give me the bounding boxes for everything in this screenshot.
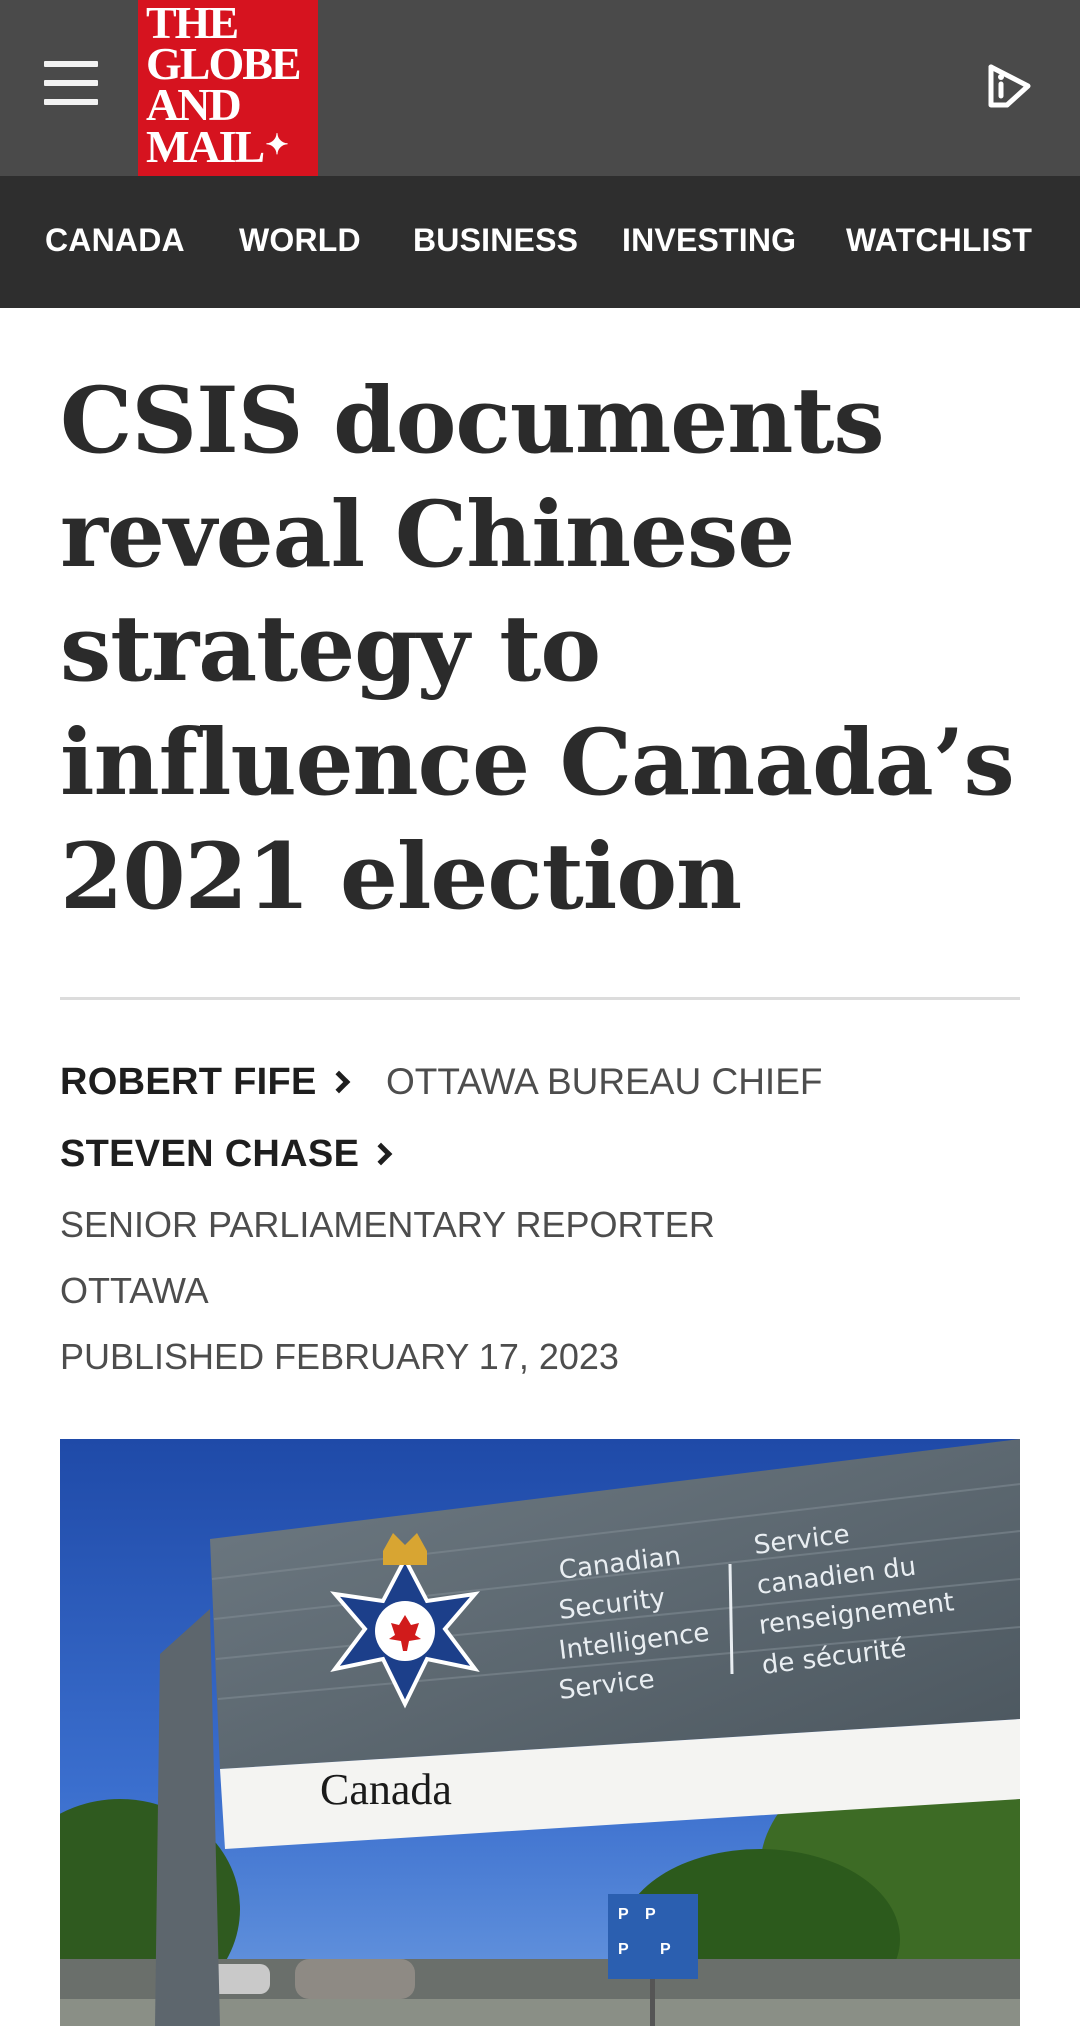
article-photo[interactable]: P P P P Canada Canadian Security Intelli… — [60, 1439, 1020, 2026]
author-link-robert-fife[interactable]: ROBERT FIFE — [60, 1061, 350, 1104]
publish-date: PUBLISHED FEBRUARY 17, 2023 — [60, 1336, 619, 1377]
globe-and-mail-logo[interactable]: THE GLOBE AND MAIL✦ — [138, 0, 318, 176]
nav-item-world[interactable]: WORLD — [239, 222, 361, 259]
svg-text:P: P — [660, 1941, 671, 1958]
nav-item-investing[interactable]: INVESTING — [622, 222, 796, 259]
svg-text:P: P — [645, 1906, 656, 1923]
headline-divider — [60, 997, 1020, 1000]
logo-line-3: AND — [146, 79, 242, 130]
nav-item-business[interactable]: BUSINESS — [413, 222, 578, 259]
author-role: SENIOR PARLIAMENTARY REPORTER — [60, 1204, 715, 1245]
section-nav: CANADA WORLD BUSINESS INVESTING WATCHLIS… — [0, 176, 1080, 308]
article-headline: CSIS documents reveal Chinese strategy t… — [60, 368, 1015, 930]
author-link-steven-chase[interactable]: STEVEN CHASE — [60, 1133, 393, 1176]
author-role: OTTAWA BUREAU CHIEF — [386, 1061, 823, 1102]
svg-text:P: P — [618, 1906, 629, 1923]
nav-item-canada[interactable]: CANADA — [45, 222, 185, 259]
logo-line-4: MAIL✦ — [146, 121, 289, 172]
logo-line-2: GLOBE — [146, 38, 302, 89]
dateline-location: OTTAWA — [60, 1270, 209, 1311]
maple-leaf-icon: ✦ — [265, 130, 289, 161]
author-name: STEVEN CHASE — [60, 1133, 360, 1175]
chevron-right-icon — [327, 1070, 350, 1094]
hamburger-menu-icon[interactable] — [40, 55, 104, 115]
chevron-right-icon — [369, 1142, 393, 1166]
author-name: ROBERT FIFE — [60, 1061, 317, 1103]
canada-wordmark: Canada — [320, 1765, 452, 1814]
top-bar: THE GLOBE AND MAIL✦ — [0, 0, 1080, 176]
nav-item-watchlist[interactable]: WATCHLIST — [846, 222, 1032, 259]
video-play-icon[interactable] — [980, 58, 1036, 114]
logo-line-1: THE — [146, 0, 239, 48]
svg-text:P: P — [618, 1941, 629, 1958]
